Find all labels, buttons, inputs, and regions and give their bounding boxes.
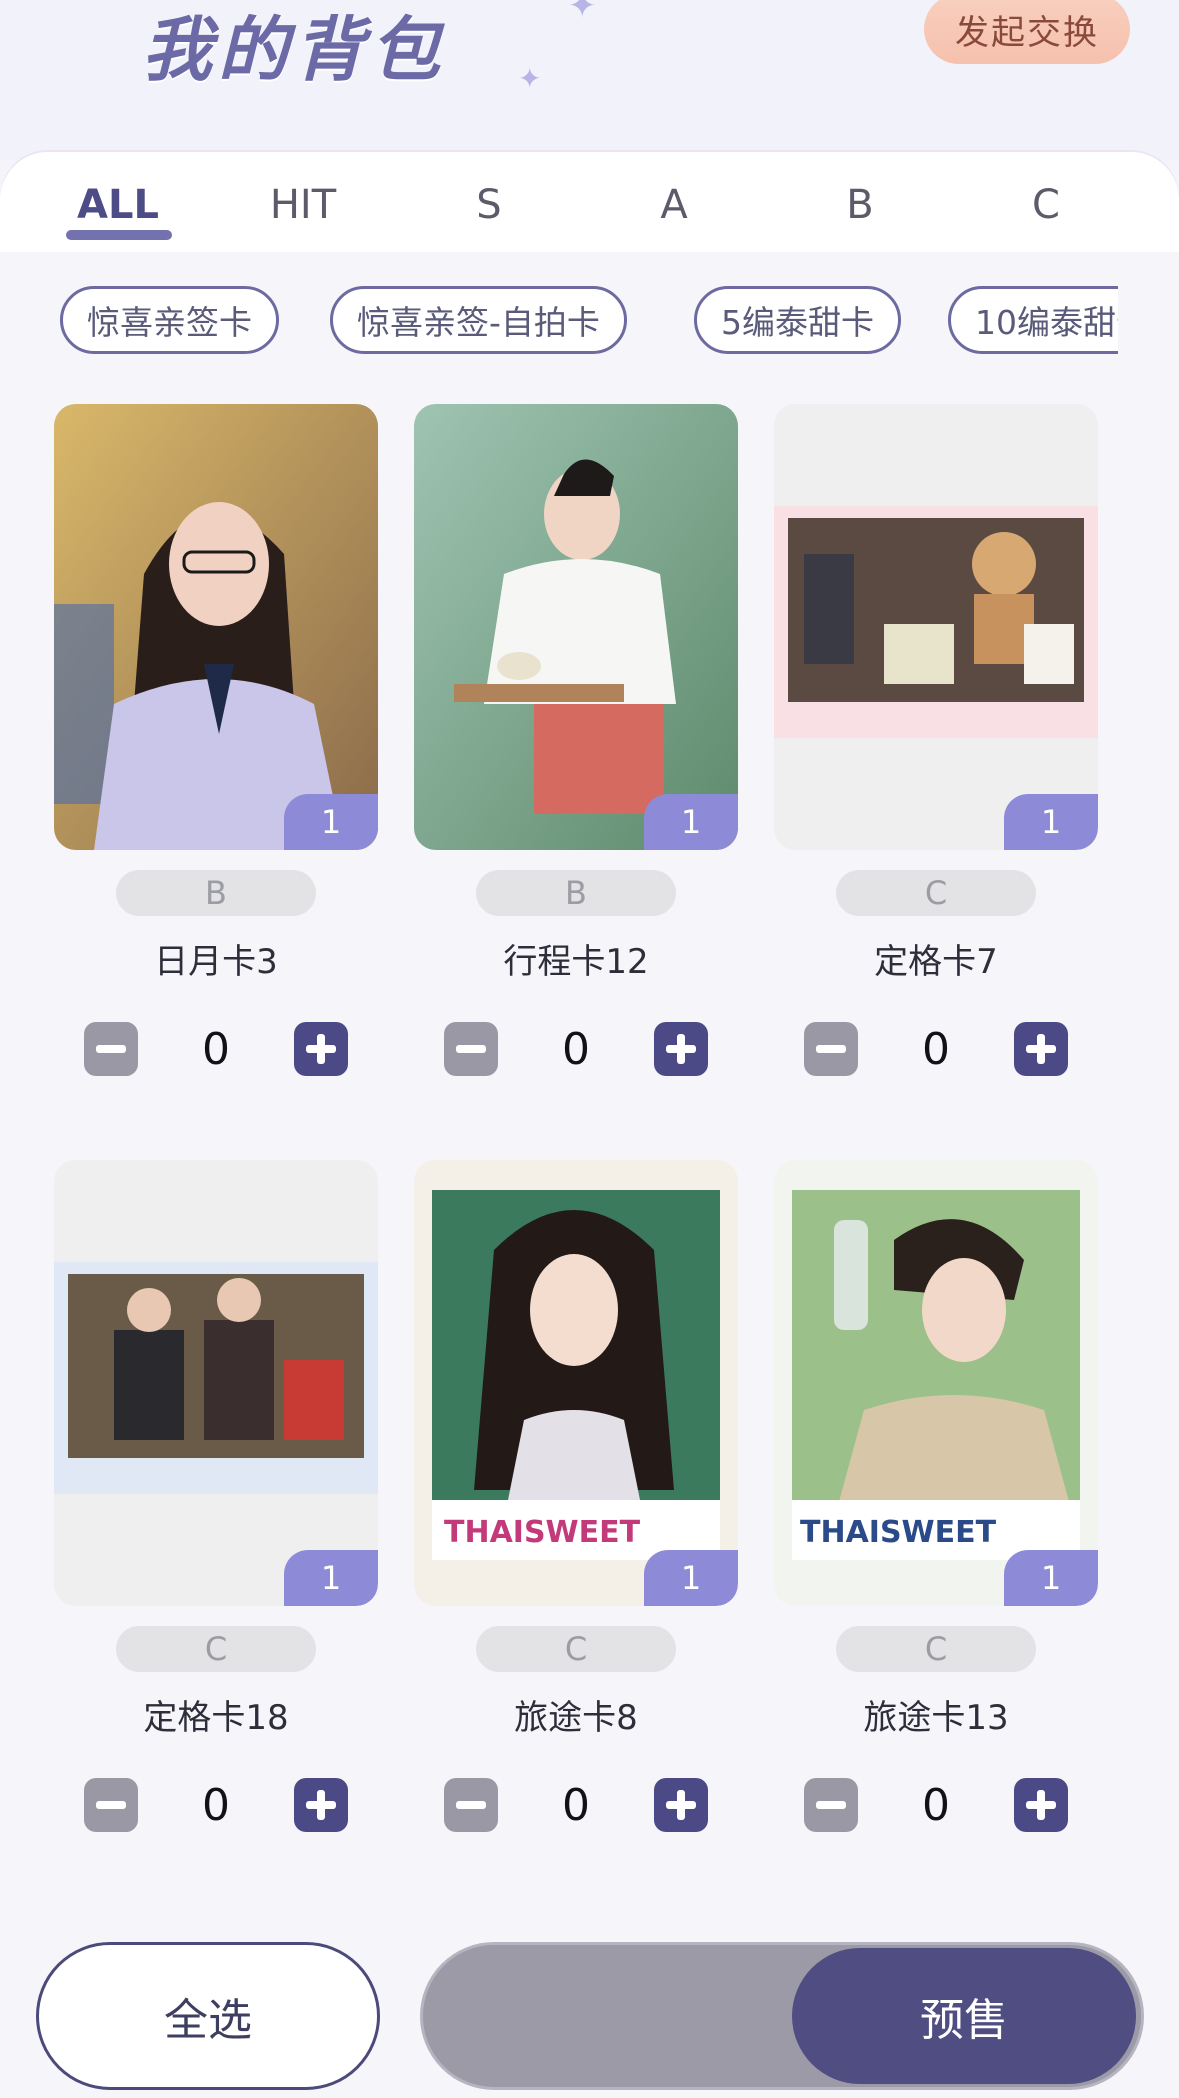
card-image[interactable]: 1: [414, 404, 738, 850]
card-photo: [54, 1160, 378, 1606]
card-name: 日月卡3: [154, 942, 278, 982]
rarity-badge: C: [116, 1626, 316, 1672]
filter-chip[interactable]: 惊喜亲签卡: [60, 286, 279, 354]
active-tab-indicator: [66, 230, 172, 240]
card-name: 旅途卡8: [514, 1698, 638, 1738]
svg-text:THAISWEET: THAISWEET: [444, 1515, 641, 1550]
decrement-button[interactable]: [444, 1022, 498, 1076]
sparkle-icon: ✦: [518, 62, 542, 95]
select-all-button[interactable]: 全选: [36, 1942, 380, 2090]
owned-count-badge: 1: [1004, 794, 1098, 850]
filter-chip[interactable]: 10编泰甜卡: [948, 286, 1118, 354]
minus-icon: [816, 1045, 846, 1053]
decrement-button[interactable]: [84, 1778, 138, 1832]
rarity-badge: C: [476, 1626, 676, 1672]
minus-icon: [96, 1801, 126, 1809]
filter-chip[interactable]: 5编泰甜卡: [694, 286, 901, 354]
rarity-badge: C: [836, 870, 1036, 916]
minus-icon: [816, 1801, 846, 1809]
rarity-tabs: ALL HIT S A B C: [0, 152, 1179, 252]
header: 我的背包 ✦ ✦ 发起交换: [0, 0, 1179, 160]
card-image[interactable]: THAISWEET 1: [414, 1160, 738, 1606]
quantity-value: 0: [562, 1024, 590, 1075]
quantity-stepper: 0: [444, 1022, 708, 1076]
decrement-button[interactable]: [84, 1022, 138, 1076]
tab-b[interactable]: B: [800, 182, 920, 228]
rarity-badge: B: [116, 870, 316, 916]
minus-icon: [456, 1045, 486, 1053]
owned-count-badge: 1: [644, 794, 738, 850]
card-name: 行程卡12: [503, 942, 649, 982]
minus-icon: [456, 1801, 486, 1809]
owned-count-badge: 1: [644, 1550, 738, 1606]
card-name: 定格卡18: [143, 1698, 289, 1738]
increment-button[interactable]: [1014, 1022, 1068, 1076]
increment-button[interactable]: [294, 1778, 348, 1832]
quantity-value: 0: [922, 1780, 950, 1831]
quantity-stepper: 0: [804, 1022, 1068, 1076]
card-photo: THAISWEET: [414, 1160, 738, 1606]
card-photo: THAISWEET: [774, 1160, 1098, 1606]
increment-button[interactable]: [654, 1778, 708, 1832]
rarity-badge: C: [836, 1626, 1036, 1672]
quantity-value: 0: [922, 1024, 950, 1075]
card-image[interactable]: THAISWEET 1: [774, 1160, 1098, 1606]
start-exchange-button[interactable]: 发起交换: [924, 0, 1130, 64]
tab-hit[interactable]: HIT: [243, 182, 363, 228]
rarity-badge: B: [476, 870, 676, 916]
card-image[interactable]: 1: [774, 404, 1098, 850]
card-photo: [774, 404, 1098, 850]
decrement-button[interactable]: [444, 1778, 498, 1832]
card-photo: [54, 404, 378, 850]
tab-c[interactable]: C: [986, 182, 1106, 228]
owned-count-badge: 1: [1004, 1550, 1098, 1606]
tab-s[interactable]: S: [429, 182, 549, 228]
tab-all[interactable]: ALL: [58, 182, 178, 228]
sparkle-icon: ✦: [568, 0, 597, 26]
tab-a[interactable]: A: [614, 182, 734, 228]
card-image[interactable]: 1: [54, 404, 378, 850]
page-title: 我的背包: [142, 9, 446, 91]
quantity-value: 0: [562, 1780, 590, 1831]
quantity-stepper: 0: [84, 1022, 348, 1076]
increment-button[interactable]: [294, 1022, 348, 1076]
card-image[interactable]: 1: [54, 1160, 378, 1606]
quantity-stepper: 0: [444, 1778, 708, 1832]
increment-button[interactable]: [654, 1022, 708, 1076]
owned-count-badge: 1: [284, 1550, 378, 1606]
filter-chip[interactable]: 惊喜亲签-自拍卡: [330, 286, 627, 354]
decrement-button[interactable]: [804, 1778, 858, 1832]
svg-text:THAISWEET: THAISWEET: [800, 1515, 997, 1550]
decrement-button[interactable]: [804, 1022, 858, 1076]
minus-icon: [96, 1045, 126, 1053]
card-name: 旅途卡13: [863, 1698, 1009, 1738]
owned-count-badge: 1: [284, 794, 378, 850]
quantity-stepper: 0: [804, 1778, 1068, 1832]
quantity-value: 0: [202, 1780, 230, 1831]
card-photo: [414, 404, 738, 850]
increment-button[interactable]: [1014, 1778, 1068, 1832]
quantity-value: 0: [202, 1024, 230, 1075]
quantity-stepper: 0: [84, 1778, 348, 1832]
presale-button[interactable]: 预售: [792, 1948, 1136, 2084]
filter-chips: 惊喜亲签卡 惊喜亲签-自拍卡 5编泰甜卡 10编泰甜卡: [0, 286, 1118, 356]
card-name: 定格卡7: [874, 942, 998, 982]
